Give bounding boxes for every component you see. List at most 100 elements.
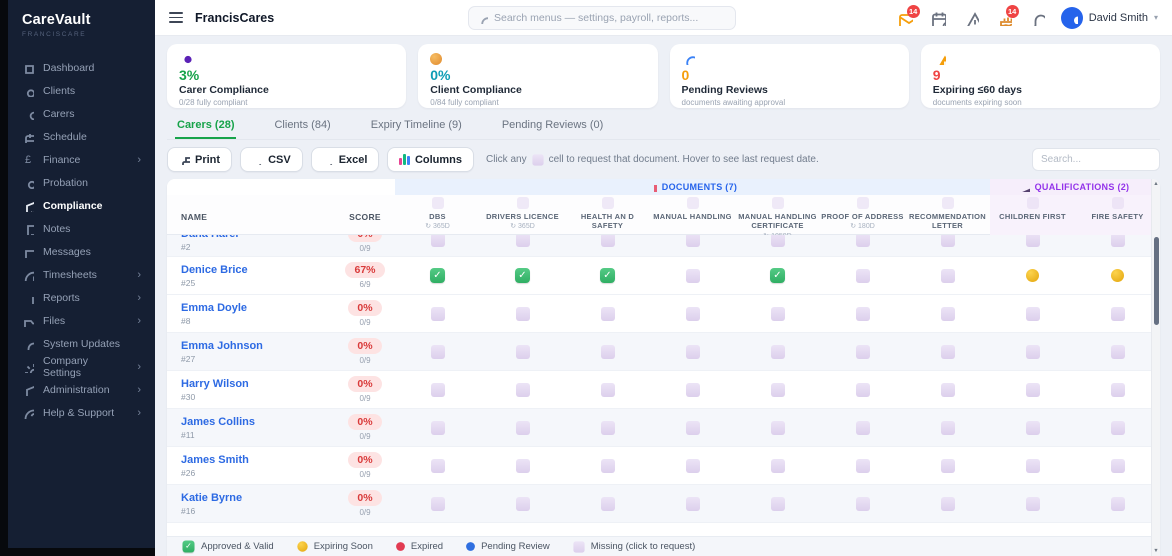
status-cell[interactable] — [565, 268, 650, 283]
table-search-input[interactable] — [1041, 149, 1151, 170]
status-cell[interactable] — [650, 268, 735, 283]
status-cell[interactable] — [820, 382, 905, 397]
status-cell[interactable] — [650, 382, 735, 397]
sidebar-item-timesheets[interactable]: Timesheets — [8, 263, 155, 286]
status-cell[interactable] — [395, 306, 480, 321]
status-cell[interactable] — [1075, 269, 1160, 282]
status-cell[interactable] — [480, 420, 565, 435]
calendar-clock-icon[interactable] — [930, 10, 953, 31]
status-cell[interactable] — [1075, 306, 1160, 321]
status-cell[interactable] — [395, 420, 480, 435]
status-cell[interactable] — [990, 382, 1075, 397]
status-cell[interactable] — [905, 344, 990, 359]
status-cell[interactable] — [735, 496, 820, 511]
status-cell[interactable] — [990, 344, 1075, 359]
status-cell[interactable] — [990, 420, 1075, 435]
sidebar-item-clients[interactable]: Clients — [8, 79, 155, 102]
status-cell[interactable] — [905, 458, 990, 473]
sidebar-item-notes[interactable]: Notes — [8, 217, 155, 240]
status-cell[interactable] — [820, 420, 905, 435]
sidebar-item-schedule[interactable]: Schedule — [8, 125, 155, 148]
sidebar-item-messages[interactable]: Messages — [8, 240, 155, 263]
status-cell[interactable] — [990, 496, 1075, 511]
status-cell[interactable] — [905, 268, 990, 283]
status-cell[interactable] — [650, 458, 735, 473]
carer-link[interactable]: Dana Harel — [181, 235, 335, 240]
status-cell[interactable] — [650, 306, 735, 321]
status-cell[interactable] — [820, 344, 905, 359]
global-search[interactable] — [468, 6, 736, 30]
csv-export-button[interactable]: CSV — [240, 147, 303, 172]
status-cell[interactable] — [650, 344, 735, 359]
alert-triangle-icon[interactable] — [963, 10, 985, 31]
status-cell[interactable] — [820, 268, 905, 283]
sidebar-item-help-support[interactable]: Help & Support — [8, 401, 155, 424]
scrollbar-thumb[interactable] — [1153, 237, 1159, 325]
status-cell[interactable] — [1075, 458, 1160, 473]
status-cell[interactable] — [905, 420, 990, 435]
status-cell[interactable] — [650, 496, 735, 511]
status-cell[interactable] — [990, 269, 1075, 282]
sidebar-item-dashboard[interactable]: Dashboard — [8, 56, 155, 79]
tab-expiry-timeline[interactable]: Expiry Timeline (9) — [369, 114, 464, 139]
status-cell[interactable] — [905, 382, 990, 397]
status-cell[interactable] — [1075, 496, 1160, 511]
status-cell[interactable] — [395, 268, 480, 283]
status-cell[interactable] — [395, 344, 480, 359]
status-cell[interactable] — [395, 382, 480, 397]
status-cell[interactable] — [565, 458, 650, 473]
status-cell[interactable] — [565, 344, 650, 359]
carer-link[interactable]: Emma Johnson — [181, 340, 335, 352]
columns-button[interactable]: Columns — [387, 147, 474, 172]
status-cell[interactable] — [1075, 420, 1160, 435]
birthday-cake-icon[interactable]: 14 — [996, 4, 1019, 31]
vertical-scrollbar[interactable] — [1151, 179, 1160, 556]
status-cell[interactable] — [905, 235, 990, 247]
status-cell[interactable] — [990, 306, 1075, 321]
tab-carers[interactable]: Carers (28) — [175, 114, 237, 139]
sidebar-item-company-settings[interactable]: Company Settings — [8, 355, 155, 379]
status-cell[interactable] — [395, 458, 480, 473]
status-cell[interactable] — [820, 458, 905, 473]
status-cell[interactable] — [480, 382, 565, 397]
status-cell[interactable] — [1075, 235, 1160, 247]
status-cell[interactable] — [480, 235, 565, 247]
print-button[interactable]: Print — [167, 147, 233, 172]
status-cell[interactable] — [735, 420, 820, 435]
status-cell[interactable] — [735, 306, 820, 321]
sidebar-item-files[interactable]: Files — [8, 309, 155, 332]
status-cell[interactable] — [1075, 344, 1160, 359]
status-cell[interactable] — [395, 496, 480, 511]
excel-export-button[interactable]: Excel — [310, 147, 380, 172]
sidebar-item-administration[interactable]: Administration — [8, 378, 155, 401]
hamburger-menu-icon[interactable] — [169, 12, 183, 23]
sidebar-item-probation[interactable]: Probation — [8, 171, 155, 194]
sidebar-item-finance[interactable]: £ Finance — [8, 148, 155, 171]
mail-icon[interactable]: 14 — [897, 4, 920, 30]
status-cell[interactable] — [480, 496, 565, 511]
status-cell[interactable] — [990, 235, 1075, 247]
status-cell[interactable] — [735, 344, 820, 359]
table-search[interactable] — [1032, 148, 1160, 171]
tab-clients[interactable]: Clients (84) — [272, 114, 332, 139]
status-cell[interactable] — [480, 344, 565, 359]
status-cell[interactable] — [650, 420, 735, 435]
user-menu[interactable]: David Smith ▾ — [1060, 6, 1158, 29]
status-cell[interactable] — [565, 382, 650, 397]
carer-link[interactable]: Katie Byrne — [181, 492, 335, 504]
carer-link[interactable]: Denice Brice — [181, 264, 335, 276]
status-cell[interactable] — [735, 382, 820, 397]
status-cell[interactable] — [735, 268, 820, 283]
status-cell[interactable] — [565, 306, 650, 321]
carer-link[interactable]: Emma Doyle — [181, 302, 335, 314]
status-cell[interactable] — [735, 235, 820, 247]
status-cell[interactable] — [650, 235, 735, 247]
status-cell[interactable] — [820, 235, 905, 247]
notifications-bell-icon[interactable] — [1029, 10, 1049, 32]
sidebar-item-reports[interactable]: Reports — [8, 286, 155, 309]
status-cell[interactable] — [905, 306, 990, 321]
status-cell[interactable] — [1075, 382, 1160, 397]
tab-pending-reviews[interactable]: Pending Reviews (0) — [500, 114, 606, 139]
status-cell[interactable] — [565, 235, 650, 247]
status-cell[interactable] — [480, 268, 565, 283]
